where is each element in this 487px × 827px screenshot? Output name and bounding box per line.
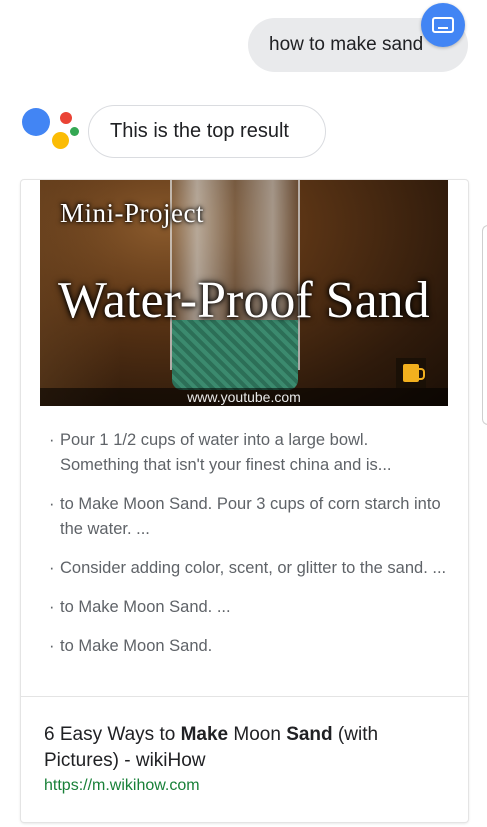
- user-query-text: how to make sand: [269, 34, 424, 55]
- snippet-list: Pour 1 1/2 cups of water into a large bo…: [49, 428, 449, 673]
- thumbnail-source: www.youtube.com: [40, 388, 448, 406]
- result-title-bold: Make: [180, 724, 229, 745]
- video-thumbnail[interactable]: Mini-Project Water-Proof Sand www.youtub…: [40, 180, 448, 406]
- assistant-reply-bubble: This is the top result: [88, 105, 326, 158]
- assistant-reply-text: This is the top result: [110, 120, 289, 142]
- snippet-item: Pour 1 1/2 cups of water into a large bo…: [49, 428, 449, 478]
- logo-dot-yellow: [52, 132, 69, 149]
- logo-dot-blue: [22, 108, 50, 136]
- snippet-item: to Make Moon Sand.: [49, 634, 449, 659]
- snippet-item: to Make Moon Sand. Pour 3 cups of corn s…: [49, 492, 449, 542]
- card-divider: [21, 696, 468, 697]
- result-title-part: 6 Easy Ways to: [44, 724, 181, 745]
- thumbnail-title-line2: Water-Proof Sand: [58, 272, 430, 329]
- snippet-item: Consider adding color, scent, or glitter…: [49, 556, 449, 581]
- beer-mug-icon: [396, 358, 426, 388]
- snippet-item: to Make Moon Sand. ...: [49, 595, 449, 620]
- result-title-part: Moon: [228, 724, 287, 745]
- result-title-bold: Sand: [286, 724, 333, 745]
- result-url[interactable]: https://m.wikihow.com: [44, 777, 200, 795]
- keyboard-button[interactable]: [421, 3, 465, 47]
- edge-panel-handle[interactable]: [482, 225, 487, 425]
- result-title-link[interactable]: 6 Easy Ways to Make Moon Sand (with Pict…: [44, 722, 444, 774]
- thumbnail-title-line1: Mini-Project: [60, 198, 204, 228]
- assistant-logo: [22, 106, 79, 160]
- logo-dot-green: [70, 127, 79, 136]
- result-card[interactable]: Mini-Project Water-Proof Sand www.youtub…: [21, 180, 468, 822]
- thumbnail-sand: [172, 320, 298, 390]
- logo-dot-red: [60, 112, 72, 124]
- keyboard-icon: [432, 17, 454, 33]
